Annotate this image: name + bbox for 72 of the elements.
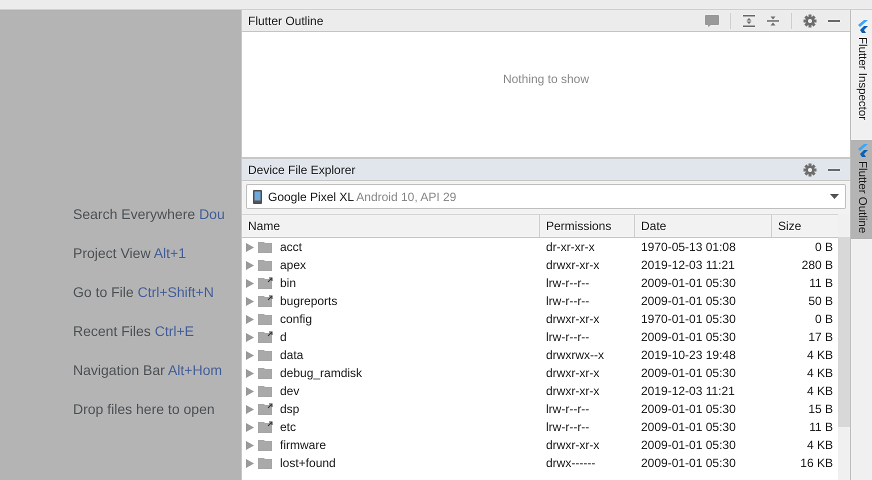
file-name: bin bbox=[279, 276, 296, 290]
empty-message: Nothing to show bbox=[502, 72, 590, 88]
file-name: d bbox=[279, 330, 287, 344]
phone-icon bbox=[253, 190, 262, 204]
size-cell-text: 17 B bbox=[807, 330, 834, 344]
file-name: debug_ramdisk bbox=[279, 366, 362, 380]
permissions-cell-text: drwxr-xr-x bbox=[545, 312, 600, 326]
file-name: config bbox=[279, 312, 312, 326]
dropdown-arrow-icon bbox=[830, 194, 839, 199]
permissions-cell-text: drwx------ bbox=[545, 456, 596, 470]
file-name: acct bbox=[279, 240, 302, 254]
shortcut-hint: Project View Alt+1 bbox=[73, 244, 187, 262]
side-tab[interactable]: Flutter Inspector bbox=[851, 16, 872, 126]
file-name: data bbox=[279, 348, 304, 362]
permissions-cell-text: lrw-r--r-- bbox=[545, 330, 590, 344]
permissions-cell-text: lrw-r--r-- bbox=[545, 402, 590, 416]
panel-title: Flutter Outline bbox=[248, 14, 324, 28]
date-cell-text: 2019-12-03 11:21 bbox=[640, 258, 736, 272]
file-name: dsp bbox=[279, 402, 300, 416]
permissions-cell-text: drwxr-xr-x bbox=[545, 384, 600, 398]
date-cell-text: 2019-12-03 11:21 bbox=[640, 384, 736, 398]
date-cell-text: 2009-01-01 05:30 bbox=[640, 420, 737, 434]
flutter-icon bbox=[856, 20, 868, 33]
file-name: dev bbox=[279, 384, 300, 398]
date-cell-text: 2009-01-01 05:30 bbox=[640, 366, 737, 380]
size-cell-text: 11 B bbox=[808, 276, 834, 290]
size-cell-text: 0 B bbox=[814, 312, 834, 326]
date-cell-text: 1970-05-13 01:08 bbox=[640, 240, 737, 254]
size-cell-text: 4 KB bbox=[806, 438, 834, 452]
side-tab[interactable]: Flutter Outline bbox=[851, 140, 872, 240]
shortcut-hint: Drop files here to open bbox=[73, 400, 216, 418]
column-header[interactable]: Name bbox=[242, 215, 540, 237]
permissions-cell-text: lrw-r--r-- bbox=[545, 276, 590, 290]
date-cell-text: 2009-01-01 05:30 bbox=[640, 438, 737, 452]
date-cell-text: 2009-01-01 05:30 bbox=[640, 330, 737, 344]
size-cell-text: 0 B bbox=[814, 240, 834, 254]
permissions-cell-text: lrw-r--r-- bbox=[545, 420, 590, 434]
permissions-cell-text: lrw-r--r-- bbox=[545, 294, 590, 308]
shortcut-hint: Recent Files Ctrl+E bbox=[73, 322, 195, 340]
size-cell-text: 4 KB bbox=[806, 348, 834, 362]
file-name: lost+found bbox=[279, 456, 336, 470]
flutter-icon bbox=[856, 144, 868, 158]
date-cell-text: 2009-01-01 05:30 bbox=[640, 294, 737, 308]
size-cell-text: 280 B bbox=[800, 258, 834, 272]
size-cell-text: 11 B bbox=[808, 420, 834, 434]
scrollbar[interactable] bbox=[838, 214, 850, 480]
date-cell-text: 2009-01-01 05:30 bbox=[640, 276, 737, 290]
file-name: etc bbox=[279, 420, 296, 434]
panel-title: Device File Explorer bbox=[248, 162, 356, 176]
date-cell-text: 2019-10-23 19:48 bbox=[640, 348, 737, 362]
date-cell-text: 1970-01-01 05:30 bbox=[640, 312, 737, 326]
permissions-cell-text: drwxr-xr-x bbox=[545, 258, 600, 272]
size-cell-text: 4 KB bbox=[806, 366, 834, 380]
permissions-cell-text: drwxr-xr-x bbox=[545, 366, 600, 380]
size-cell-text: 50 B bbox=[807, 294, 834, 308]
column-header[interactable]: Permissions bbox=[540, 215, 635, 237]
size-cell-text: 4 KB bbox=[806, 384, 834, 398]
date-cell-text: 2009-01-01 05:30 bbox=[640, 402, 737, 416]
shortcut-hint: Navigation Bar Alt+Hom bbox=[73, 361, 224, 379]
shortcut-hint: Go to File Ctrl+Shift+N bbox=[73, 283, 215, 301]
file-name: apex bbox=[279, 258, 306, 272]
device-dropdown[interactable]: Google Pixel XL Android 10, API 29 bbox=[246, 184, 846, 209]
file-name: bugreports bbox=[279, 294, 338, 308]
size-cell-text: 16 KB bbox=[799, 456, 834, 470]
size-cell-text: 15 B bbox=[807, 402, 834, 416]
file-name: firmware bbox=[279, 438, 326, 452]
permissions-cell-text: drwxrwx--x bbox=[545, 348, 605, 362]
column-header[interactable]: Date bbox=[635, 215, 772, 237]
shortcut-hint: Search Everywhere Dou bbox=[73, 205, 226, 223]
permissions-cell-text: dr-xr-xr-x bbox=[545, 240, 596, 254]
date-cell-text: 2009-01-01 05:30 bbox=[640, 456, 737, 470]
permissions-cell-text: drwxr-xr-x bbox=[545, 438, 600, 452]
